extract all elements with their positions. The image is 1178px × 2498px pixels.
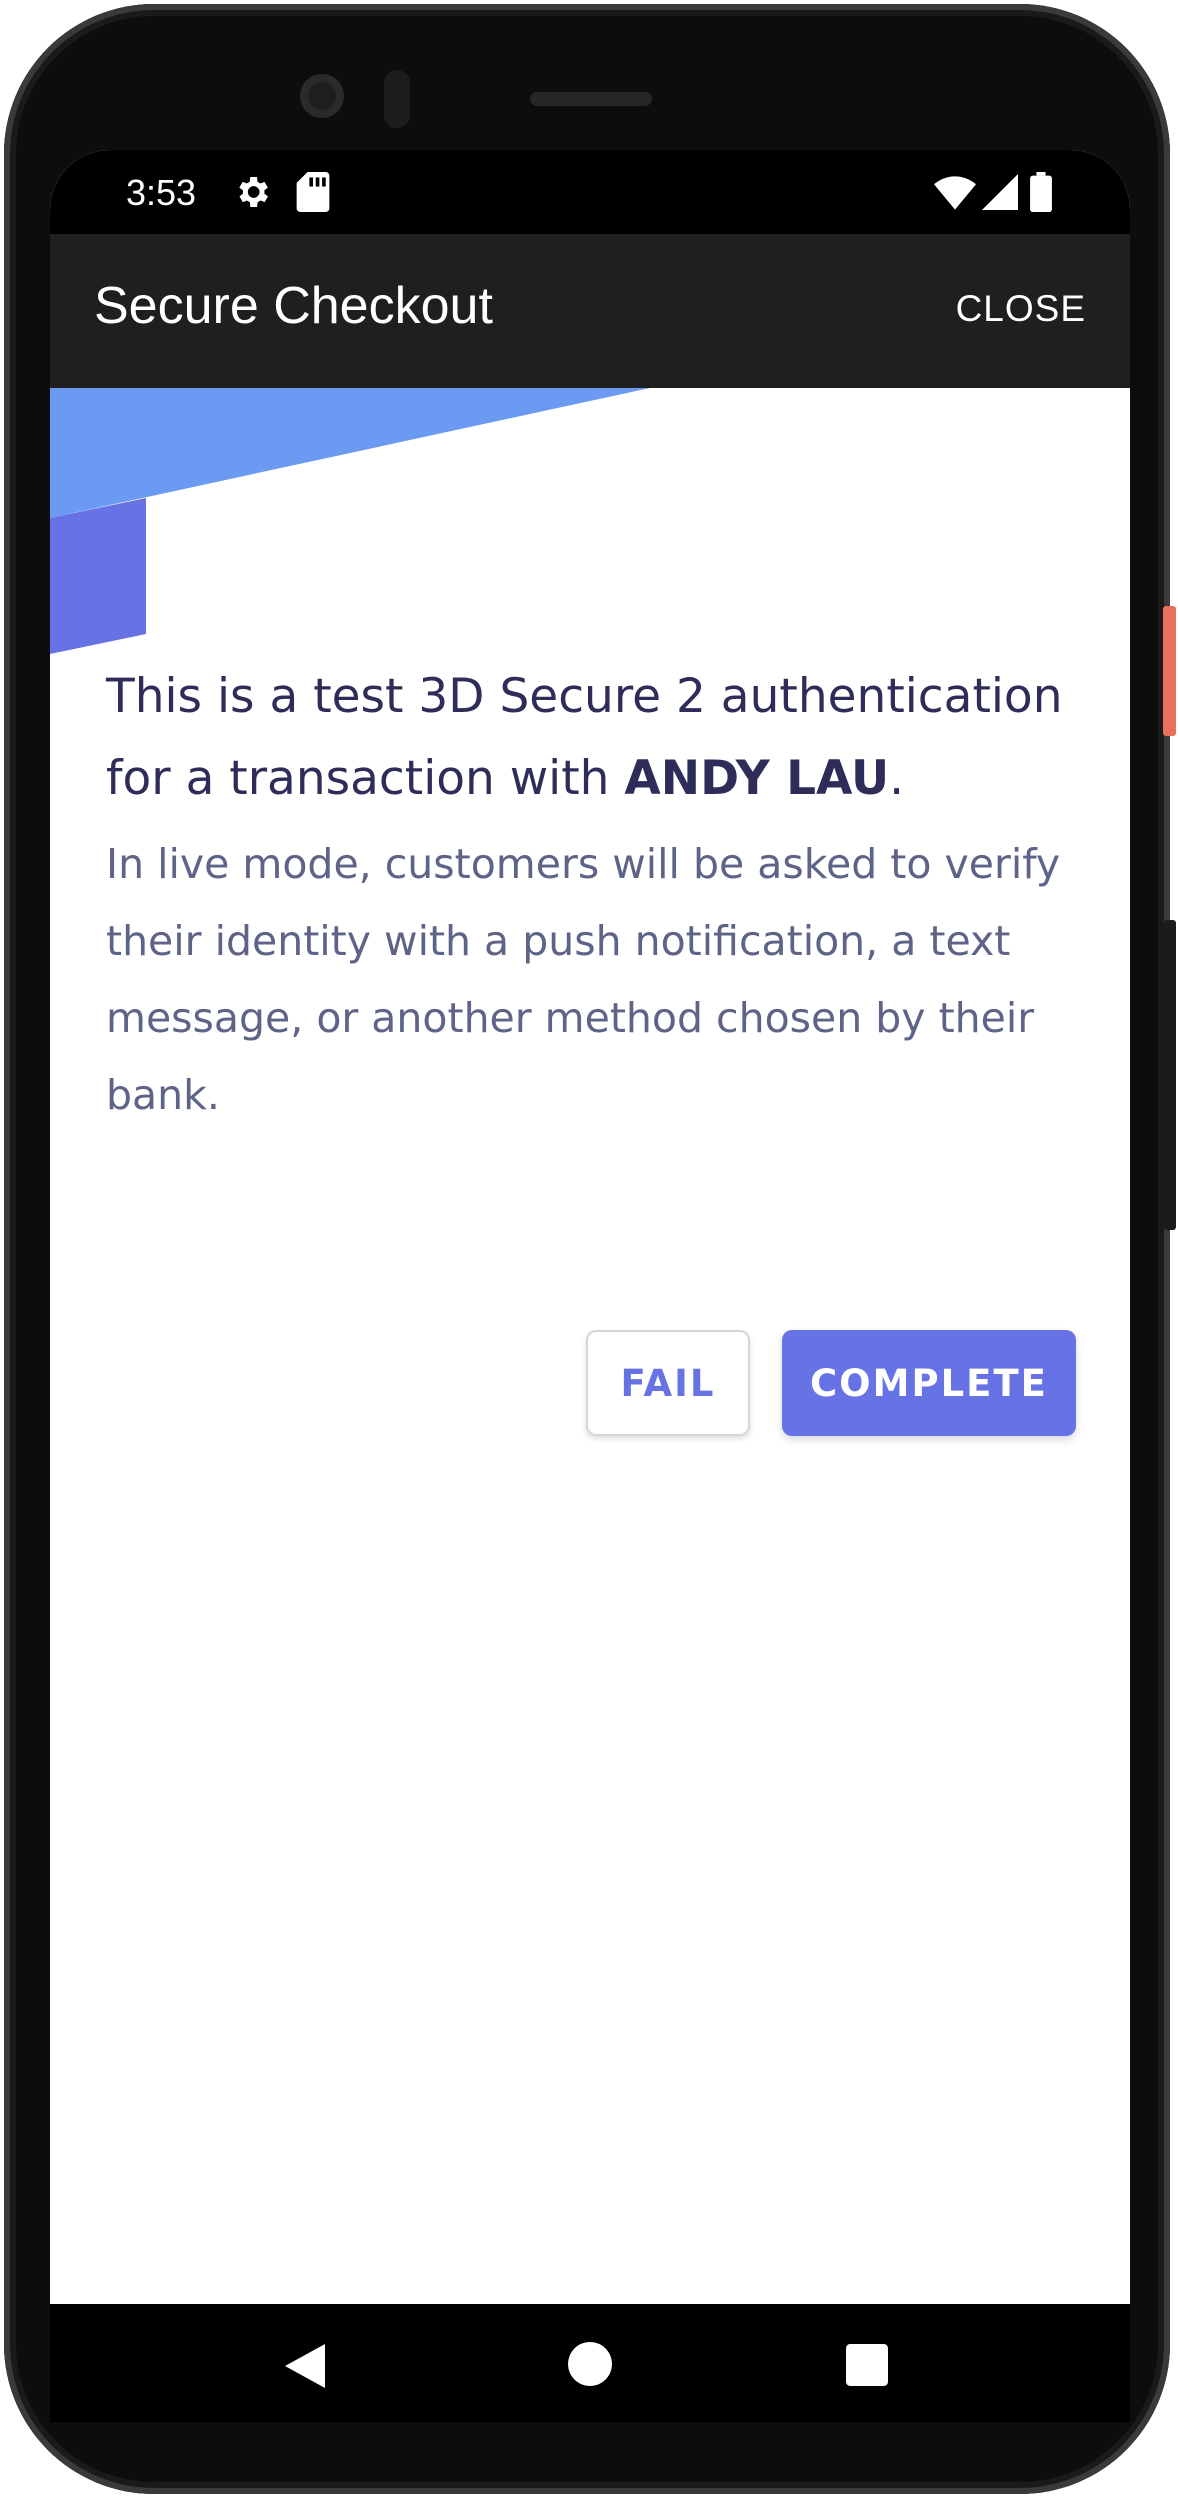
front-camera <box>300 74 344 118</box>
signal-icon <box>982 174 1018 210</box>
fail-button[interactable]: FAIL <box>586 1330 750 1436</box>
phone-frame: 3:53 Secure Checkout CLOSE This is a tes… <box>4 4 1170 2494</box>
battery-icon <box>1030 172 1052 212</box>
challenge-content: This is a test 3D Secure 2 authenticatio… <box>50 388 1130 2304</box>
recents-icon[interactable] <box>846 2344 888 2386</box>
earpiece-speaker <box>530 92 652 106</box>
app-bar: Secure Checkout CLOSE <box>50 234 1130 388</box>
navigation-bar <box>50 2304 1130 2422</box>
app-title: Secure Checkout <box>94 277 493 335</box>
power-button <box>1163 606 1176 736</box>
wifi-icon <box>934 176 976 210</box>
settings-icon <box>239 177 268 207</box>
heading-text: This is a test 3D Secure 2 authenticatio… <box>106 669 1063 806</box>
challenge-description: In live mode, customers will be asked to… <box>106 840 1061 1119</box>
complete-button[interactable]: COMPLETE <box>782 1330 1076 1436</box>
brand-banner <box>50 388 650 654</box>
challenge-heading: This is a test 3D Secure 2 authenticatio… <box>106 656 1086 820</box>
status-bar: 3:53 <box>50 150 1130 234</box>
sd-card-icon <box>296 172 330 212</box>
home-icon[interactable] <box>568 2342 612 2386</box>
status-time: 3:53 <box>126 172 197 213</box>
back-icon[interactable] <box>284 2344 326 2388</box>
close-button[interactable]: CLOSE <box>956 288 1086 330</box>
proximity-sensor <box>384 70 410 128</box>
merchant-name: ANDY LAU <box>624 751 890 806</box>
screen: 3:53 Secure Checkout CLOSE This is a tes… <box>50 150 1130 2422</box>
heading-period: . <box>889 751 905 806</box>
volume-button <box>1164 920 1176 1230</box>
